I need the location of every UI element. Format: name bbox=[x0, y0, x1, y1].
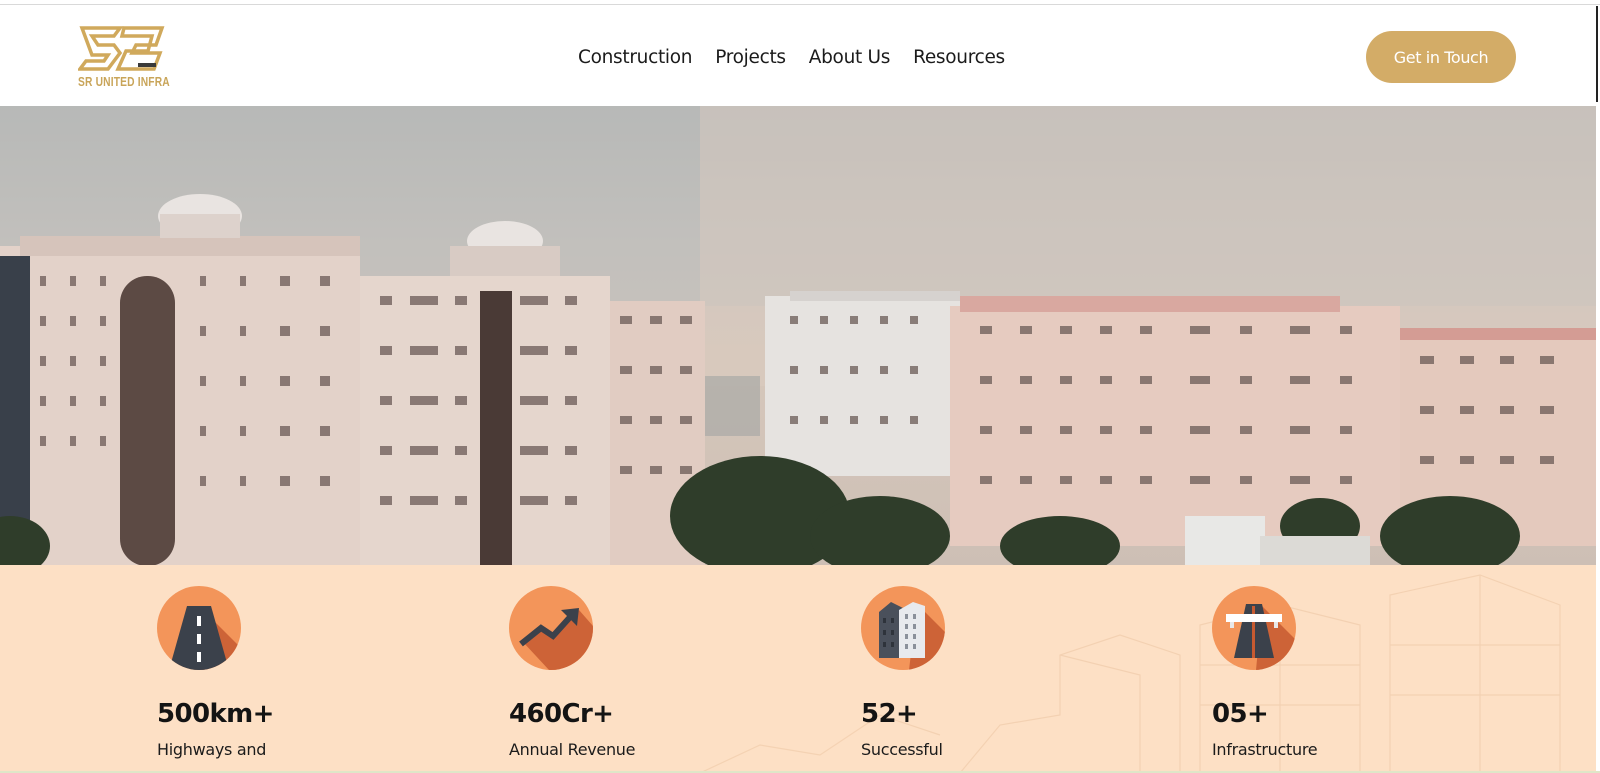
hero-image bbox=[0, 106, 1596, 565]
stat-revenue: 460Cr+ Annual Revenue bbox=[509, 586, 769, 759]
logo-mark-icon bbox=[78, 26, 165, 71]
nav-resources[interactable]: Resources bbox=[913, 47, 1005, 68]
trend-up-icon bbox=[509, 586, 593, 670]
stat-label: Annual Revenue bbox=[509, 740, 636, 759]
nav-construction[interactable]: Construction bbox=[578, 47, 693, 68]
stat-value: 460Cr+ bbox=[509, 699, 614, 729]
scrollbar-edge bbox=[1596, 6, 1598, 102]
stat-highways: 500km+ Highways and bbox=[157, 586, 417, 759]
site-header: SR UNITED INFRA Construction Projects Ab… bbox=[0, 5, 1600, 106]
nav-about-us[interactable]: About Us bbox=[809, 47, 891, 68]
brand-name: SR UNITED INFRA bbox=[78, 75, 170, 89]
main-nav: Construction Projects About Us Resources bbox=[578, 47, 1005, 68]
brand-logo[interactable]: SR UNITED INFRA bbox=[78, 25, 188, 95]
city-skyline-image bbox=[0, 106, 1596, 565]
road-icon bbox=[157, 586, 241, 670]
stat-infrastructure: 05+ Infrastructure bbox=[1212, 586, 1472, 759]
stat-value: 500km+ bbox=[157, 699, 274, 729]
stat-label: Successful bbox=[861, 740, 943, 759]
stat-value: 05+ bbox=[1212, 699, 1269, 729]
stat-value: 52+ bbox=[861, 699, 918, 729]
get-in-touch-button[interactable]: Get in Touch bbox=[1366, 31, 1516, 83]
stat-label: Infrastructure bbox=[1212, 740, 1318, 759]
stats-band: 500km+ Highways and 460Cr+ Annual Revenu… bbox=[0, 565, 1596, 773]
nav-projects[interactable]: Projects bbox=[715, 47, 786, 68]
buildings-icon bbox=[861, 586, 945, 670]
highway-bridge-icon bbox=[1212, 586, 1296, 670]
stat-projects: 52+ Successful bbox=[861, 586, 1121, 759]
stat-label: Highways and bbox=[157, 740, 267, 759]
